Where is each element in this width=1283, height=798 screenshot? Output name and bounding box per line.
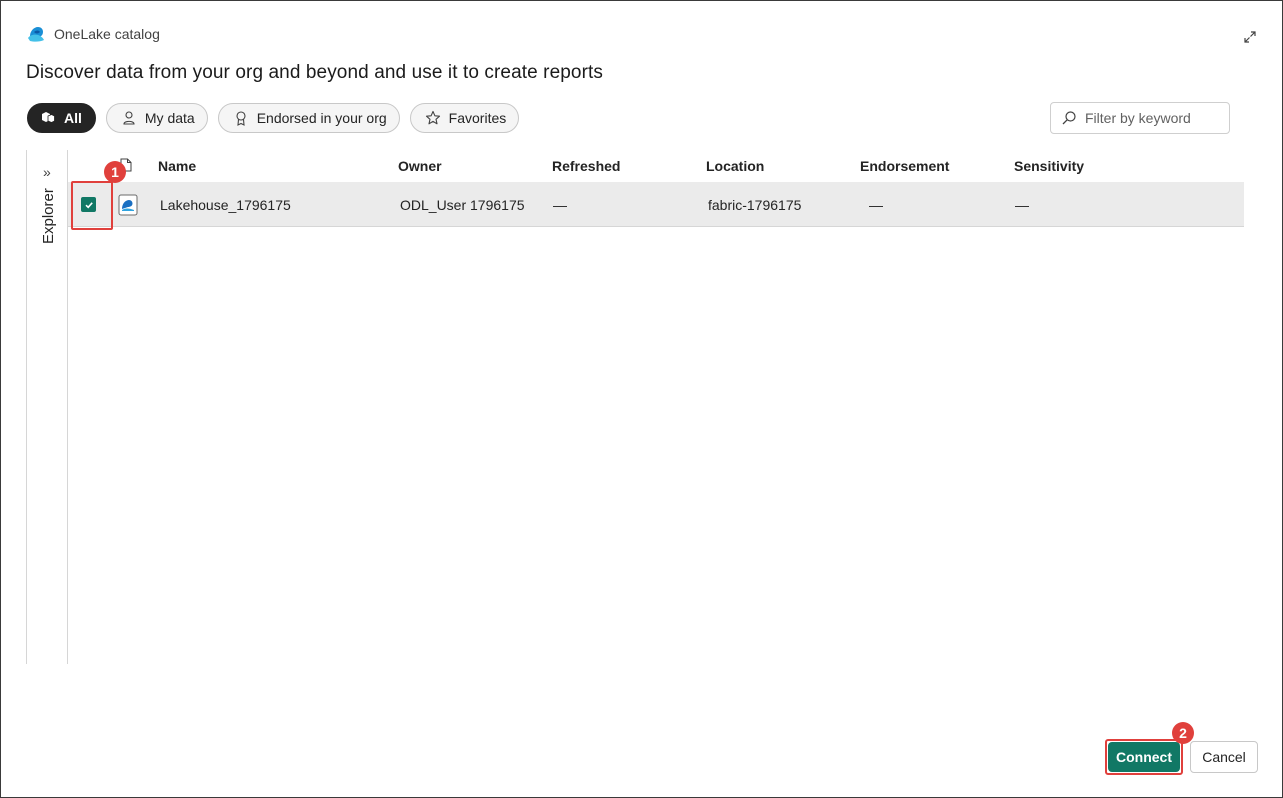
page-title: Discover data from your org and beyond a… [26,62,604,83]
column-owner[interactable]: Owner [398,158,442,174]
app-header: OneLake catalog [26,24,160,44]
connect-button[interactable]: Connect [1108,742,1180,772]
row-location: fabric-1796175 [708,197,802,213]
filter-bar: All My data Endorsed in your org Favorit… [27,103,520,133]
filter-favorites-label: Favorites [448,110,507,126]
column-endorsement[interactable]: Endorsement [860,158,949,174]
row-endorsement: — [869,197,883,213]
step2-badge: 2 [1172,722,1194,744]
catalog-table: Name Owner Refreshed Location Endorsemen… [68,150,1244,227]
filter-endorsed-label: Endorsed in your org [256,110,387,126]
column-location[interactable]: Location [706,158,764,174]
column-name[interactable]: Name [158,158,196,174]
filter-my-data-label: My data [144,110,195,126]
cubes-icon [42,112,55,123]
search-box [1050,102,1230,134]
star-icon [425,110,440,125]
step1-badge: 1 [104,161,126,183]
app-title: OneLake catalog [54,26,160,42]
person-icon [123,111,135,125]
filter-my-data-button[interactable]: My data [105,103,208,133]
cancel-button[interactable]: Cancel [1190,741,1258,773]
explorer-rail: » Explorer [26,150,68,664]
onelake-logo-icon [28,27,44,42]
row-refreshed: — [553,197,567,213]
lakehouse-icon [118,194,138,216]
search-icon [1062,111,1076,125]
filter-all-label: All [64,110,82,126]
row-name[interactable]: Lakehouse_1796175 [160,197,291,213]
table-row[interactable]: Lakehouse_1796175 ODL_User 1796175 — fab… [68,182,1244,227]
column-sensitivity[interactable]: Sensitivity [1014,158,1084,174]
row-owner: ODL_User 1796175 [400,197,525,213]
ribbon-icon [236,111,246,126]
column-refreshed[interactable]: Refreshed [552,158,620,174]
chevron-double-right-icon[interactable]: » [43,164,51,180]
search-input[interactable] [1085,110,1225,126]
step1-highlight [71,181,113,230]
table-header: Name Owner Refreshed Location Endorsemen… [68,150,1244,182]
filter-favorites-button[interactable]: Favorites [409,103,520,133]
explorer-label[interactable]: Explorer [40,188,57,244]
row-sensitivity: — [1015,197,1029,213]
filter-all-button[interactable]: All [27,103,96,133]
expand-icon[interactable] [1243,30,1257,44]
filter-endorsed-button[interactable]: Endorsed in your org [217,103,400,133]
